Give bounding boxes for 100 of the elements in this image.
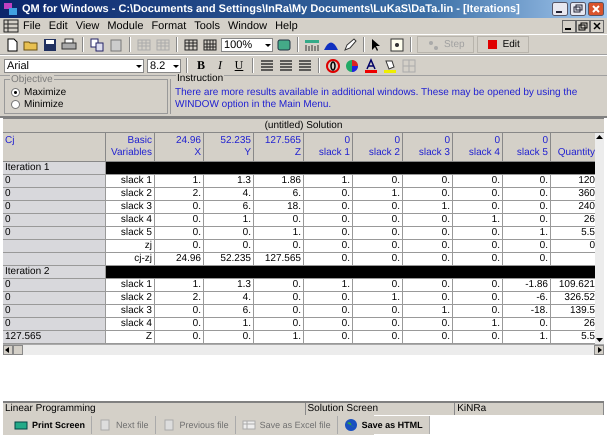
zoom-dropdown[interactable]: 100% <box>221 38 273 52</box>
table-cell: slack 1 <box>106 175 155 188</box>
table-cell: 0. <box>204 240 254 253</box>
table-cell: 0. <box>503 240 551 253</box>
horizontal-scrollbar[interactable] <box>3 344 604 355</box>
restore-button[interactable] <box>576 20 590 32</box>
header-label: slack 4 <box>468 147 500 159</box>
table-cell: 0. <box>254 279 304 292</box>
align-icon[interactable] <box>278 58 294 74</box>
font-color-icon[interactable] <box>363 58 379 74</box>
font-size-dropdown[interactable]: 8.2 <box>147 58 181 72</box>
table-cell: 0. <box>453 279 503 292</box>
table-cell: 0. <box>304 227 353 240</box>
close-button[interactable] <box>590 20 604 32</box>
table-cell: slack 3 <box>106 201 155 214</box>
table-cell: 0. <box>453 305 503 318</box>
table-cell: 0 <box>3 201 106 214</box>
align-icon[interactable] <box>297 58 313 74</box>
table-cell: slack 2 <box>106 188 155 201</box>
table-cell: 6. <box>204 201 254 214</box>
table-cell: 1. <box>254 227 304 240</box>
table-cell: -18. <box>503 305 551 318</box>
table-cell: 0. <box>353 201 403 214</box>
header-value: 24.96 <box>176 135 201 147</box>
minimize-button[interactable] <box>562 20 576 32</box>
table-cell: 0 <box>3 318 106 331</box>
table-cell: 0 <box>551 240 595 253</box>
table-cell: 1.86 <box>254 175 304 188</box>
save-icon[interactable] <box>42 36 58 52</box>
table-cell: 0. <box>353 227 403 240</box>
menu-item[interactable]: File <box>19 20 45 32</box>
table-cell: 0. <box>453 175 503 188</box>
table-cell: 0. <box>353 331 403 344</box>
group-label: Instruction <box>176 73 224 84</box>
scroll-right-icon[interactable] <box>594 345 604 355</box>
table-cell: 2. <box>155 188 204 201</box>
table-cell: 1. <box>254 331 304 344</box>
header-value: 0 <box>344 135 350 147</box>
align-icon[interactable] <box>259 58 275 74</box>
table-cell: 0 <box>3 292 106 305</box>
text-style-button[interactable]: B <box>193 58 209 74</box>
restore-button[interactable] <box>570 2 586 16</box>
table-cell: 4. <box>204 188 254 201</box>
table-cell: 0. <box>403 279 453 292</box>
table-cell: 5.5 <box>551 227 595 240</box>
table-cell: 0. <box>403 318 453 331</box>
close-button[interactable] <box>588 2 604 16</box>
zero-icon[interactable] <box>325 58 341 74</box>
table-cell: -6. <box>503 292 551 305</box>
minimize-button[interactable] <box>552 2 568 16</box>
menu-item[interactable]: Help <box>271 20 302 32</box>
table-cell: 1. <box>403 201 453 214</box>
header-value: 0 <box>394 135 400 147</box>
table-cell: 0. <box>403 175 453 188</box>
table-cell: slack 4 <box>106 318 155 331</box>
font-dropdown[interactable]: Arial <box>4 58 144 72</box>
color-wheel-icon[interactable] <box>344 58 360 74</box>
table-cell: 24.96 <box>155 253 204 266</box>
header-value: Basic <box>128 135 152 147</box>
print-icon[interactable] <box>61 36 77 52</box>
table-cell: 5.5 <box>551 331 595 344</box>
menu-item[interactable]: Tools <box>190 20 224 32</box>
scroll-left-icon[interactable] <box>3 345 13 355</box>
table-cell: 0. <box>304 253 353 266</box>
scroll-thumb-icon[interactable] <box>13 345 23 355</box>
header-label: Z <box>294 147 301 159</box>
table-cell: 326.52 <box>551 292 595 305</box>
header-label: slack 1 <box>318 147 350 159</box>
text-style-button[interactable]: U <box>231 58 247 74</box>
header-value: Cj <box>5 135 14 147</box>
menu-item[interactable]: Format <box>147 20 190 32</box>
table-cell: 52.235 <box>204 253 254 266</box>
table-cell: Z <box>106 331 155 344</box>
scroll-up-icon[interactable] <box>595 133 604 142</box>
menu-item[interactable]: Module <box>103 20 148 32</box>
group-label: Objective <box>10 74 54 85</box>
menu-item[interactable]: View <box>72 20 104 32</box>
pencil-icon[interactable] <box>342 36 358 52</box>
table-cell: cj-zj <box>106 253 155 266</box>
header-value: 0 <box>444 135 450 147</box>
copy-icon[interactable] <box>89 36 105 52</box>
menu-item[interactable]: Edit <box>44 20 72 32</box>
vertical-scrollbar[interactable] <box>595 133 604 344</box>
table-cell: 0. <box>353 279 403 292</box>
square-icon <box>486 38 499 51</box>
menu-item[interactable]: Window <box>224 20 272 32</box>
table-cell: 1. <box>403 305 453 318</box>
table-icon[interactable] <box>202 36 218 52</box>
header-value: 0 <box>494 135 500 147</box>
edit-button[interactable]: Edit <box>476 36 529 53</box>
table-cell: 0. <box>155 214 204 227</box>
table-cell: 0. <box>353 318 403 331</box>
table-icon[interactable] <box>183 36 199 52</box>
table-cell: 0. <box>503 201 551 214</box>
text-style-button[interactable]: I <box>212 58 228 74</box>
table-cell: 0 <box>3 214 106 227</box>
table-cell: 0. <box>453 201 503 214</box>
table-cell <box>551 253 595 266</box>
table-cell: 240 <box>551 201 595 214</box>
header-label: slack 3 <box>418 147 450 159</box>
